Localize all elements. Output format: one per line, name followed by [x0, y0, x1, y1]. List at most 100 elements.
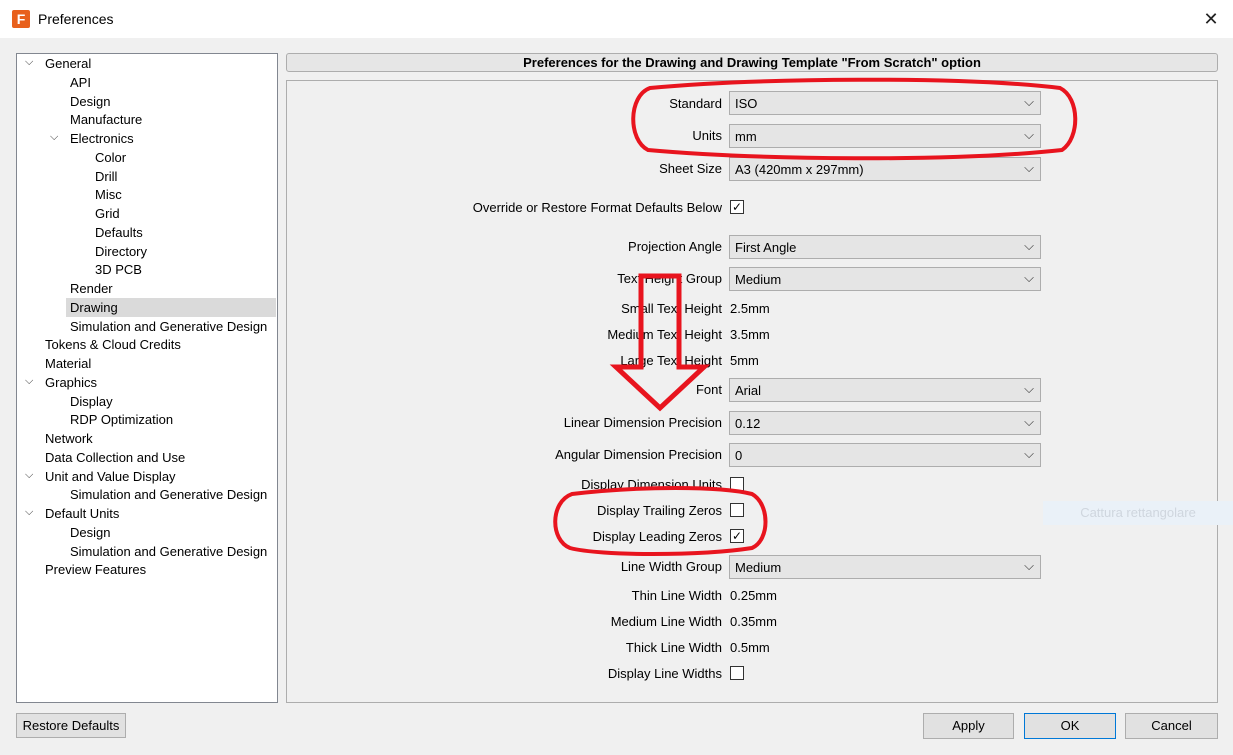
tree-item[interactable]: Defaults [95, 223, 143, 242]
title-bar: F Preferences ✕ [0, 0, 1233, 38]
medium-text-height-label: Medium Text Height [607, 327, 722, 342]
chevron-down-icon: ⌵ [1024, 446, 1034, 461]
display-trailing-zeros-label: Display Trailing Zeros [597, 503, 722, 518]
text-height-group-value: Medium [735, 272, 782, 287]
tree-item[interactable]: Preview Features [45, 560, 146, 579]
cancel-button[interactable]: Cancel [1125, 713, 1218, 739]
tree-item[interactable]: 3D PCB [95, 260, 142, 279]
tree-item[interactable]: Drill [95, 167, 117, 186]
display-line-widths-label: Display Line Widths [607, 666, 722, 681]
display-dimension-units-checkbox[interactable] [730, 477, 744, 491]
text-height-group-dropdown[interactable]: Medium ⌵ [729, 267, 1041, 291]
tree-item[interactable]: Display [70, 392, 113, 411]
small-text-height-value: 2.5mm [730, 301, 770, 316]
restore-defaults-button[interactable]: Restore Defaults [16, 713, 126, 738]
tree-item[interactable]: Render [70, 279, 113, 298]
close-icon[interactable]: ✕ [1196, 4, 1226, 34]
chevron-down-icon: ⌵ [1024, 238, 1034, 253]
tree-item[interactable]: Material [45, 354, 91, 373]
text-height-group-label: Text Height Group [617, 271, 722, 286]
panel-header: Preferences for the Drawing and Drawing … [286, 53, 1218, 72]
font-label: Font [695, 382, 722, 397]
chevron-down-icon: ⌵ [1024, 558, 1034, 573]
angular-precision-value: 0 [735, 448, 743, 463]
thin-line-width-label: Thin Line Width [631, 588, 722, 603]
medium-line-width-value: 0.35mm [730, 614, 777, 629]
linear-precision-value: 0.12 [735, 416, 761, 431]
tree-item[interactable]: Unit and Value Display [45, 467, 176, 486]
override-checkbox[interactable]: ✓ [730, 200, 744, 214]
sheet-size-label: Sheet Size [659, 161, 722, 176]
tree-item[interactable]: Simulation and Generative Design [70, 542, 267, 561]
display-line-widths-checkbox[interactable] [730, 666, 744, 680]
chevron-down-icon: ⌵ [1024, 270, 1034, 285]
sheet-size-value: A3 (420mm x 297mm) [735, 162, 864, 177]
units-label: Units [692, 128, 722, 143]
tree-item[interactable]: Drawing [70, 298, 118, 317]
line-width-group-dropdown[interactable]: Medium ⌵ [729, 555, 1041, 579]
app-icon: F [12, 10, 30, 28]
thick-line-width-label: Thick Line Width [625, 640, 722, 655]
font-value: Arial [735, 383, 762, 398]
chevron-down-icon[interactable]: ⌵ [50, 131, 58, 144]
angular-precision-dropdown[interactable]: 0 ⌵ [729, 443, 1041, 467]
large-text-height-label: Large Text Height [620, 353, 722, 368]
font-dropdown[interactable]: Arial ⌵ [729, 378, 1041, 402]
snipping-tooltip: Cattura rettangolare [1043, 501, 1233, 525]
display-trailing-zeros-checkbox[interactable] [730, 503, 744, 517]
projection-angle-value: First Angle [735, 240, 797, 255]
projection-angle-label: Projection Angle [628, 239, 722, 254]
thin-line-width-value: 0.25mm [730, 588, 777, 603]
tree-item[interactable]: API [70, 73, 91, 92]
chevron-down-icon[interactable]: ⌵ [25, 506, 33, 519]
display-dimension-units-label: Display Dimension Units [581, 477, 722, 492]
tree-item[interactable]: Directory [95, 242, 147, 261]
medium-text-height-value: 3.5mm [730, 327, 770, 342]
tree-item[interactable]: Grid [95, 204, 120, 223]
tree-item[interactable]: General [45, 54, 91, 73]
chevron-down-icon[interactable]: ⌵ [25, 375, 33, 388]
apply-button[interactable]: Apply [923, 713, 1014, 739]
tree-item[interactable]: Default Units [45, 504, 119, 523]
tree-item[interactable]: Tokens & Cloud Credits [45, 335, 181, 354]
standard-value: ISO [735, 96, 758, 111]
tree-item[interactable]: Graphics [45, 373, 97, 392]
ok-button[interactable]: OK [1024, 713, 1116, 739]
sheet-size-dropdown[interactable]: A3 (420mm x 297mm) ⌵ [729, 157, 1041, 181]
window-title: Preferences [38, 11, 114, 27]
units-dropdown[interactable]: mm ⌵ [729, 124, 1041, 148]
preferences-tree[interactable]: ⌵ General API Design Manufacture ⌵ Electronics… [16, 53, 278, 703]
linear-precision-label: Linear Dimension Precision [563, 415, 722, 430]
tree-item[interactable]: Color [95, 148, 126, 167]
standard-label: Standard [669, 96, 722, 111]
tree-item[interactable]: Simulation and Generative Design [70, 317, 267, 336]
tree-item[interactable]: RDP Optimization [70, 410, 173, 429]
linear-precision-dropdown[interactable]: 0.12 ⌵ [729, 411, 1041, 435]
angular-precision-label: Angular Dimension Precision [555, 447, 722, 462]
tree-item[interactable]: Simulation and Generative Design [70, 485, 267, 504]
display-leading-zeros-label: Display Leading Zeros [592, 529, 722, 544]
line-width-group-label: Line Width Group [620, 559, 722, 574]
thick-line-width-value: 0.5mm [730, 640, 770, 655]
chevron-down-icon: ⌵ [1024, 94, 1034, 109]
medium-line-width-label: Medium Line Width [610, 614, 722, 629]
chevron-down-icon[interactable]: ⌵ [25, 469, 33, 482]
chevron-down-icon: ⌵ [1024, 160, 1034, 175]
large-text-height-value: 5mm [730, 353, 759, 368]
display-leading-zeros-checkbox[interactable]: ✓ [730, 529, 744, 543]
chevron-down-icon[interactable]: ⌵ [25, 56, 33, 69]
chevron-down-icon: ⌵ [1024, 127, 1034, 142]
tree-item[interactable]: Electronics [70, 129, 134, 148]
tree-item[interactable]: Manufacture [70, 110, 142, 129]
standard-dropdown[interactable]: ISO ⌵ [729, 91, 1041, 115]
line-width-group-value: Medium [735, 560, 782, 575]
tree-item[interactable]: Design [70, 92, 110, 111]
units-value: mm [735, 129, 757, 144]
chevron-down-icon: ⌵ [1024, 414, 1034, 429]
tree-item[interactable]: Data Collection and Use [45, 448, 185, 467]
projection-angle-dropdown[interactable]: First Angle ⌵ [729, 235, 1041, 259]
override-label: Override or Restore Format Defaults Belo… [472, 200, 722, 215]
tree-item[interactable]: Design [70, 523, 110, 542]
tree-item[interactable]: Misc [95, 185, 122, 204]
tree-item[interactable]: Network [45, 429, 93, 448]
